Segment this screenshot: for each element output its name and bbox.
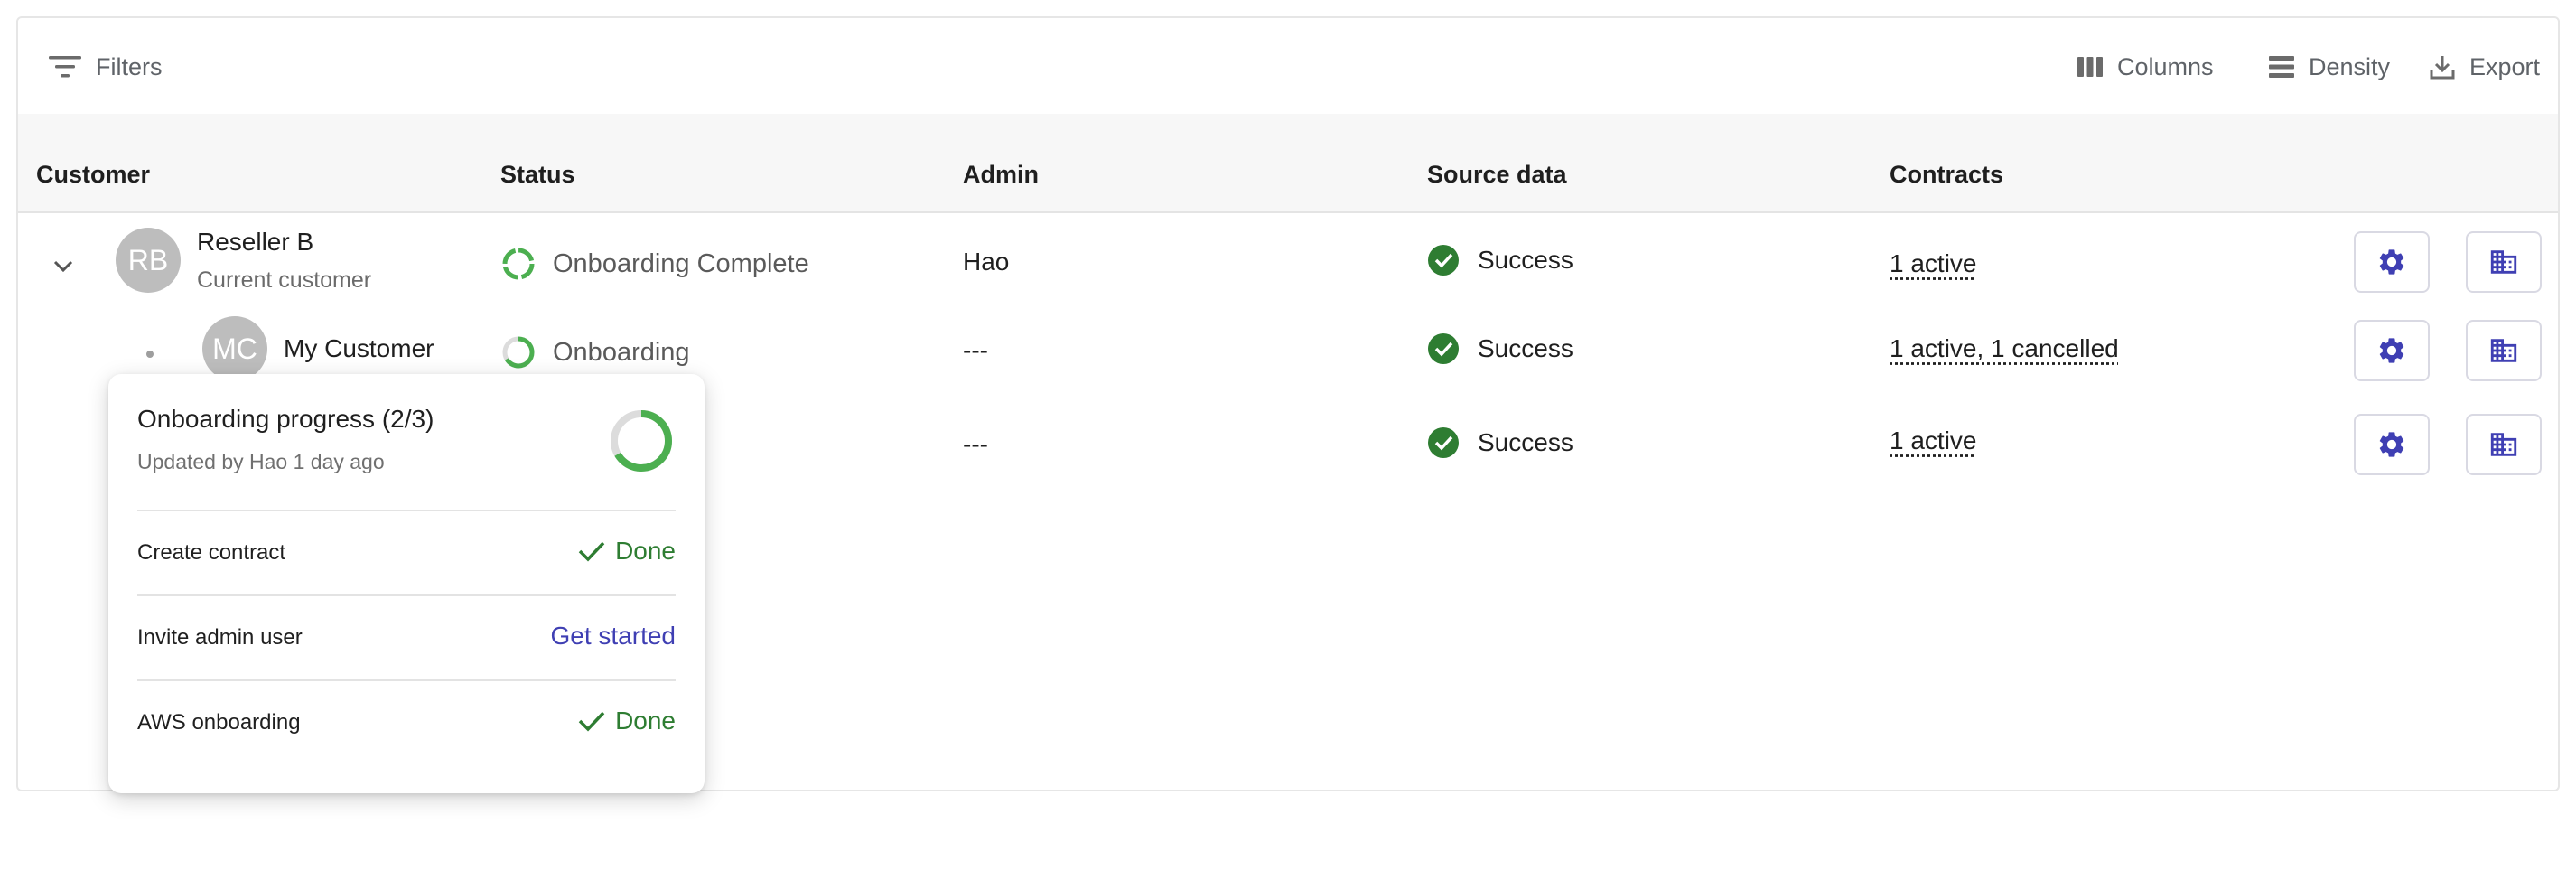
status-cell[interactable]: Onboarding [500, 334, 690, 370]
divider [137, 510, 676, 511]
chevron-down-icon[interactable] [51, 257, 76, 275]
check-circle-icon [1428, 245, 1459, 276]
admin-name: --- [963, 336, 988, 364]
progress-ring-icon [502, 336, 535, 369]
step-action-text: Done [615, 707, 676, 735]
export-button[interactable]: Export [2428, 51, 2540, 83]
step-label: Invite admin user [137, 625, 303, 650]
source-data-status: Success [1427, 244, 1573, 276]
admin-name: Hao [963, 248, 1010, 276]
column-header-customer[interactable]: Customer [36, 161, 150, 189]
gear-icon [2379, 432, 2404, 457]
customer-name: Reseller B [197, 228, 314, 256]
popover-subtitle: Updated by Hao 1 day ago [137, 450, 385, 473]
progress-ring-icon [611, 410, 672, 472]
step-status-done: Done [577, 707, 676, 735]
contracts-link[interactable]: 1 active [1890, 426, 1977, 455]
source-data-text: Success [1478, 428, 1573, 456]
divider [137, 594, 676, 596]
customer-data-grid: Filters Columns Density Export Customer … [16, 16, 2560, 793]
settings-button[interactable] [2354, 231, 2430, 293]
popover-title: Onboarding progress (2/3) [137, 405, 434, 433]
columns-icon [2077, 57, 2103, 77]
column-header-contracts[interactable]: Contracts [1890, 161, 2003, 189]
columns-label: Columns [2117, 52, 2214, 80]
source-data-text: Success [1478, 246, 1573, 274]
source-data-text: Success [1478, 334, 1573, 362]
status-cell[interactable]: Onboarding Complete [500, 246, 809, 282]
step-label: Create contract [137, 540, 286, 565]
avatar: MC [202, 316, 267, 381]
divider [137, 679, 676, 681]
density-label: Density [2309, 52, 2391, 80]
filters-button[interactable]: Filters [47, 51, 163, 83]
building-icon [2490, 339, 2517, 362]
step-label: AWS onboarding [137, 710, 301, 735]
source-data-status: Success [1427, 332, 1573, 365]
contracts-link[interactable]: 1 active [1890, 249, 1977, 278]
step-action-text: Done [615, 537, 676, 565]
step-status-done: Done [577, 537, 676, 566]
source-data-status: Success [1427, 426, 1573, 459]
avatar: RB [116, 228, 181, 293]
export-label: Export [2469, 52, 2541, 80]
column-header-source-data[interactable]: Source data [1427, 161, 1567, 189]
column-header-status[interactable]: Status [500, 161, 575, 189]
filters-label: Filters [96, 52, 163, 80]
columns-button[interactable]: Columns [2076, 51, 2214, 83]
admin-name: --- [963, 430, 988, 458]
organization-button[interactable] [2466, 414, 2542, 475]
grid-toolbar: Filters Columns Density Export [18, 18, 2558, 114]
customer-subtitle: Current customer [197, 267, 372, 293]
check-icon [578, 711, 605, 732]
export-icon [2430, 56, 2455, 80]
settings-button[interactable] [2354, 414, 2430, 475]
status-text: Onboarding Complete [553, 248, 809, 278]
tree-connector-dot [146, 351, 154, 358]
gear-icon [2379, 249, 2404, 275]
step-action-text: Get started [550, 622, 676, 650]
check-icon [578, 541, 605, 562]
check-circle-icon [1428, 333, 1459, 364]
column-header-admin[interactable]: Admin [963, 161, 1039, 189]
building-icon [2490, 250, 2517, 274]
organization-button[interactable] [2466, 231, 2542, 293]
status-text: Onboarding [553, 337, 690, 367]
column-header-row: Customer Status Admin Source data Contra… [18, 114, 2558, 213]
settings-button[interactable] [2354, 320, 2430, 381]
check-circle-icon [1428, 427, 1459, 458]
progress-ring-icon [502, 248, 535, 280]
gear-icon [2379, 338, 2404, 363]
building-icon [2490, 433, 2517, 456]
customer-name: My Customer [284, 334, 434, 362]
filter-icon [49, 56, 81, 78]
density-icon [2269, 56, 2294, 78]
contracts-link[interactable]: 1 active, 1 cancelled [1890, 334, 2119, 363]
onboarding-progress-popover: Onboarding progress (2/3) Updated by Hao… [108, 374, 705, 793]
get-started-link[interactable]: Get started [550, 622, 676, 651]
organization-button[interactable] [2466, 320, 2542, 381]
density-button[interactable]: Density [2267, 51, 2390, 83]
